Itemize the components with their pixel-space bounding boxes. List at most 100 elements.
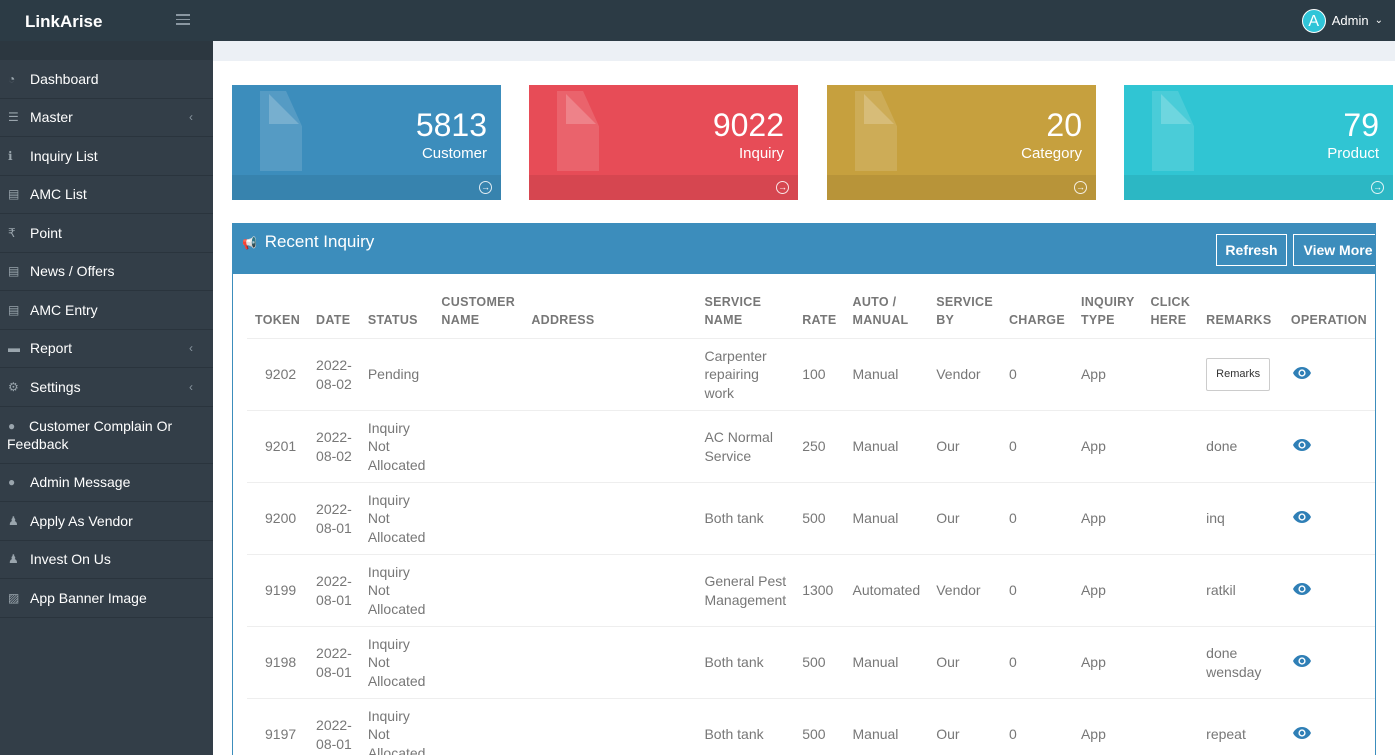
operation-cell — [1282, 554, 1375, 627]
cell-token: 9198 — [247, 626, 309, 699]
eye-icon[interactable] — [1292, 724, 1311, 743]
redacted-cell — [433, 554, 524, 627]
cell-service: General Pest Management — [696, 554, 795, 627]
cell-rate: 1300 — [794, 554, 845, 627]
cell-by: Our — [928, 482, 1001, 555]
cell-date: 2022-08-02 — [308, 338, 360, 411]
column-header: CHARGE — [1000, 291, 1073, 339]
view-more-button[interactable]: View More — [1293, 234, 1375, 266]
tile-footer[interactable] — [232, 175, 501, 200]
sidebar-item-admin-message[interactable]: ● Admin Message — [0, 464, 213, 502]
arrow-circle-right-icon[interactable]: → — [1074, 181, 1087, 194]
content-card: 5813 Customer → 9022 Inquiry → 20 Category → 79 Pr… — [213, 61, 1395, 755]
remarks-button[interactable]: Remarks — [1206, 358, 1271, 391]
cell-charge: 0 — [1000, 338, 1073, 411]
sidebar-item-label: Dashboard — [30, 70, 99, 87]
sidebar-item-label: Admin Message — [30, 474, 131, 491]
chevron-left-icon: ‹ — [189, 341, 193, 356]
stat-tile-inquiry[interactable]: 9022 Inquiry → — [529, 85, 798, 200]
click-here-cell — [1142, 698, 1199, 755]
tile-footer[interactable] — [827, 175, 1096, 200]
column-header: CLICK HERE — [1142, 291, 1199, 339]
sidebar-item-label: Inquiry List — [30, 147, 98, 164]
sidebar-item-label: Apply As Vendor — [30, 512, 133, 529]
remarks-cell: inq — [1198, 482, 1283, 555]
rupee-icon: ₹ — [8, 225, 16, 240]
sidebar-item-amc-entry[interactable]: ▤ AMC Entry — [0, 291, 213, 330]
sidebar-item-point[interactable]: ₹ Point — [0, 214, 213, 253]
cell-type: App — [1072, 554, 1143, 627]
refresh-button[interactable]: Refresh — [1216, 234, 1287, 266]
redacted-cell — [433, 338, 524, 411]
sidebar-item-label: AMC List — [30, 186, 87, 203]
newspaper-icon: ▤ — [8, 264, 20, 279]
remarks-cell: Remarks — [1198, 338, 1283, 411]
user-name: Admin — [1331, 13, 1369, 28]
comment-icon: ● — [8, 418, 16, 433]
tile-footer[interactable] — [529, 175, 798, 200]
sidebar-item-apply-as-vendor[interactable]: ♟ Apply As Vendor — [0, 502, 213, 541]
operation-cell — [1282, 338, 1375, 411]
sidebar-item-app-banner-image[interactable]: ▨ App Banner Image — [0, 579, 213, 618]
column-header: REMARKS — [1198, 291, 1283, 339]
arrow-circle-right-icon[interactable]: → — [776, 181, 789, 194]
sidebar-item-dashboard[interactable]: ◔ Dashboard — [0, 60, 213, 99]
operation-cell — [1282, 410, 1375, 483]
image-icon: ▨ — [8, 590, 20, 605]
sidebar-item-amc-list[interactable]: ▤ AMC List — [0, 176, 213, 214]
cell-by: Our — [928, 410, 1001, 483]
remarks-cell: done wensday — [1198, 626, 1283, 699]
sidebar-item-label: Report — [30, 340, 73, 357]
chevron-left-icon: ‹ — [189, 379, 193, 394]
arrow-circle-right-icon[interactable]: → — [479, 181, 492, 194]
cell-date: 2022-08-02 — [308, 410, 360, 483]
cell-charge: 0 — [1000, 626, 1073, 699]
sidebar-item-inquiry-list[interactable]: ℹ Inquiry List — [0, 137, 213, 176]
cell-rate: 100 — [794, 338, 845, 411]
sidebar-item-settings[interactable]: ⚙ Settings ‹ — [0, 368, 213, 407]
eye-icon[interactable] — [1292, 508, 1311, 527]
sidebar-spacer — [0, 41, 213, 60]
stat-value: 20 — [1046, 107, 1082, 143]
stat-tile-product[interactable]: 79 Product → — [1124, 85, 1393, 200]
click-here-cell — [1142, 410, 1199, 483]
eye-icon[interactable] — [1292, 436, 1311, 455]
sidebar-item-news-offers[interactable]: ▤ News / Offers — [0, 253, 213, 291]
column-header: ADDRESS — [523, 291, 697, 339]
user-icon: ♟ — [8, 513, 19, 528]
cell-charge: 0 — [1000, 482, 1073, 555]
eye-icon[interactable] — [1292, 580, 1311, 599]
sidebar-item-customer-complain-or-feedback[interactable]: ● Customer Complain Or Feedback — [0, 407, 213, 464]
cell-service: Both tank — [696, 482, 795, 555]
tile-footer[interactable] — [1124, 175, 1393, 200]
cell-rate: 500 — [794, 482, 845, 555]
click-here-cell — [1142, 626, 1199, 699]
cell-rate: 250 — [794, 410, 845, 483]
cell-rate: 500 — [794, 698, 845, 755]
inquiry-table: TOKEN DATE STATUS CUSTOMER NAME ADDRESS SERVI… — [247, 291, 1375, 755]
menu-toggle-icon[interactable] — [176, 14, 190, 26]
gear-icon: ⚙ — [8, 379, 19, 394]
main-content: 5813 Customer → 9022 Inquiry → 20 Category → 79 Pr… — [213, 41, 1395, 755]
bullhorn-icon: 📢 — [242, 236, 257, 250]
operation-cell — [1282, 698, 1375, 755]
table-row: 9198 2022-08-01 Inquiry Not Allocated Both … — [247, 626, 1375, 699]
sidebar-item-report[interactable]: ▬ Report ‹ — [0, 330, 213, 368]
stat-tile-category[interactable]: 20 Category → — [827, 85, 1096, 200]
recent-inquiry-panel: 📢 Recent Inquiry Refresh View More TOKEN… — [232, 223, 1376, 755]
sidebar-item-invest-on-us[interactable]: ♟ Invest On Us — [0, 541, 213, 579]
arrow-circle-right-icon[interactable]: → — [1371, 181, 1384, 194]
redacted-cell — [523, 410, 697, 483]
eye-icon[interactable] — [1292, 364, 1311, 383]
cell-type: App — [1072, 338, 1143, 411]
stat-tile-customer[interactable]: 5813 Customer → — [232, 85, 501, 200]
sidebar-item-label: App Banner Image — [30, 589, 147, 606]
user-menu[interactable]: A Admin ⌄ — [1301, 0, 1395, 41]
redacted-cell — [523, 338, 697, 411]
sidebar-item-master[interactable]: ☰ Master ‹ — [0, 99, 213, 137]
cell-status: Inquiry Not Allocated — [359, 482, 434, 555]
eye-icon[interactable] — [1292, 652, 1311, 671]
card-icon: ▤ — [8, 187, 20, 202]
cell-type: App — [1072, 410, 1143, 483]
cell-by: Our — [928, 698, 1001, 755]
